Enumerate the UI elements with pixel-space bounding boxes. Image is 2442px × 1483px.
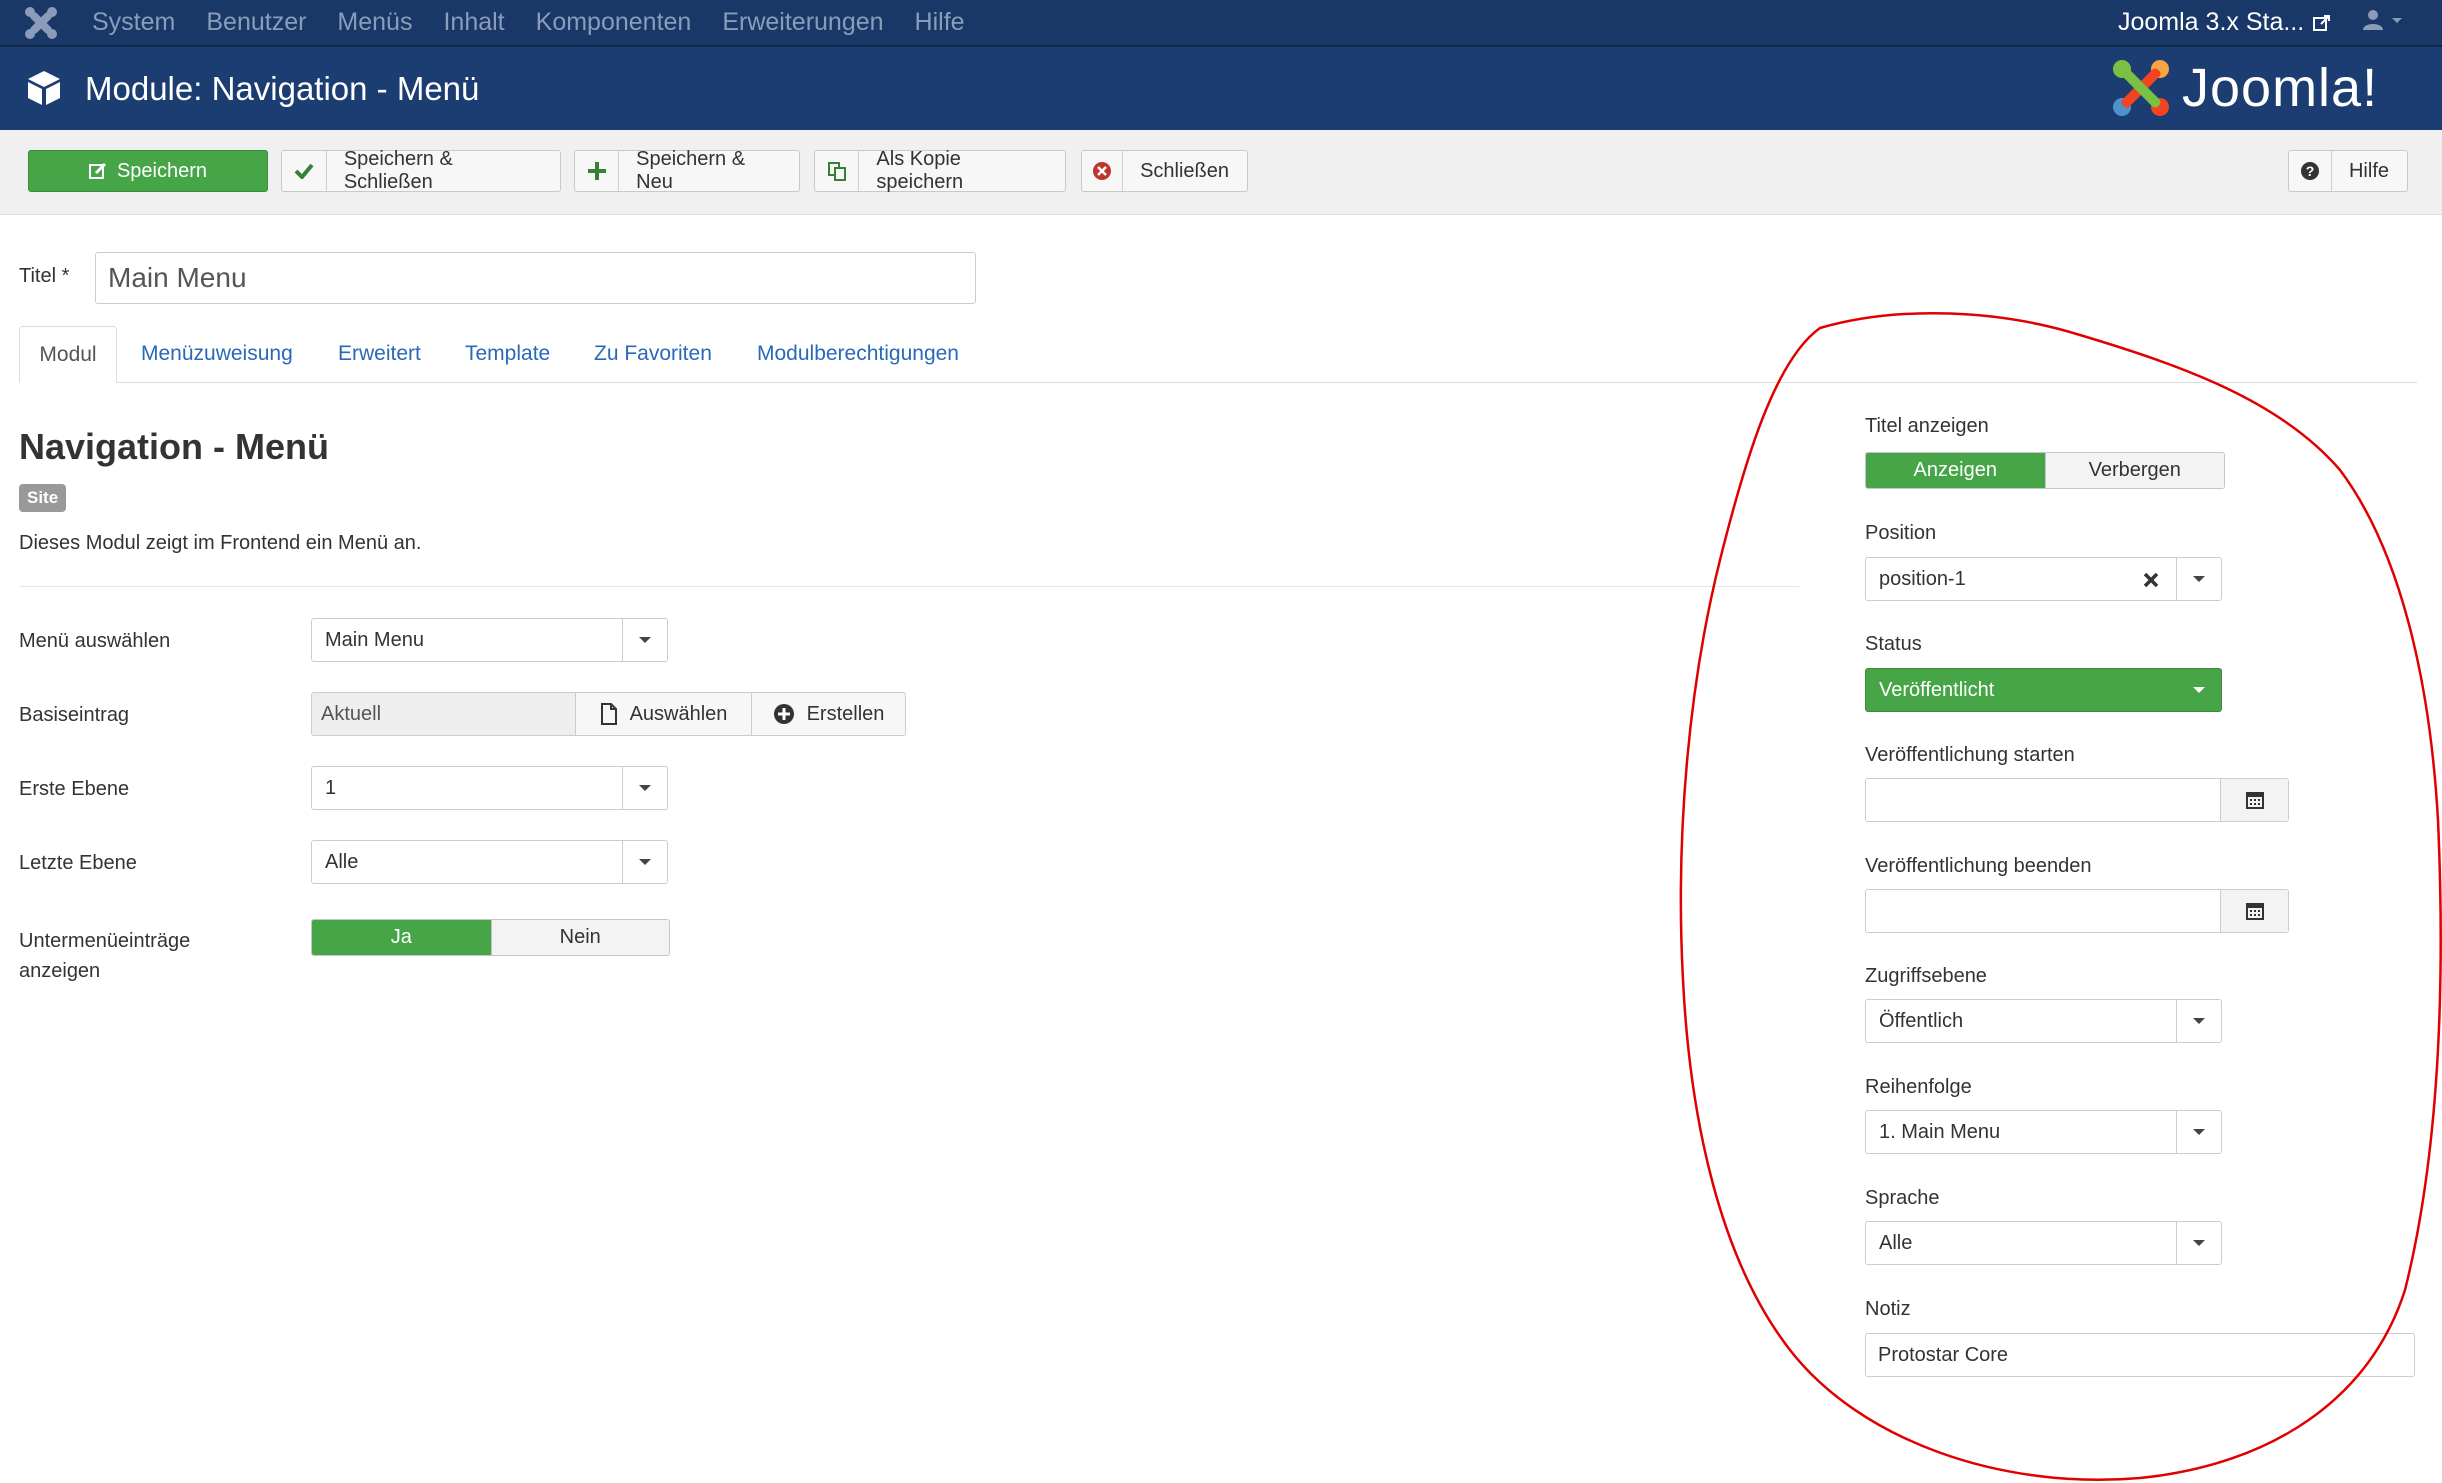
- annotation-circle: [1679, 312, 2442, 1482]
